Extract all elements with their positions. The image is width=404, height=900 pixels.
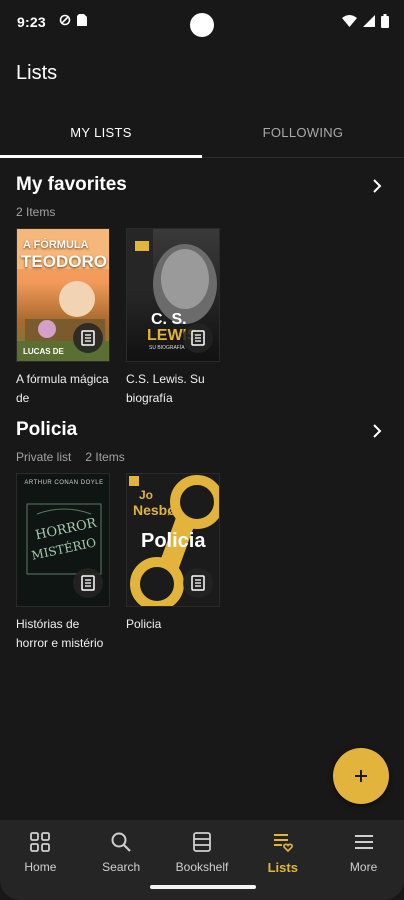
list-section-favorites: My favorites 2 Items A FÓRMULA TEODORO L… [0,174,404,408]
ebook-badge [73,323,103,353]
plus-icon [355,770,367,782]
cover-title: Policia [141,530,206,552]
list-heart-icon [273,834,293,853]
home-grid-icon [30,832,51,852]
cover-title-line-1: A FÓRMULA [23,239,89,251]
menu-icon [354,835,373,849]
book-title: Histórias de horror e mistério [16,617,104,650]
nav-item-more[interactable]: More [323,820,404,900]
book-cover[interactable]: C. S. LEWIS SU BIOGRAFÍA [126,228,220,362]
tab-my-lists[interactable]: MY LISTS [0,108,202,158]
wifi-icon [342,15,357,27]
ebook-badge [73,568,103,598]
nav-item-home[interactable]: Home [0,820,81,900]
camera-cutout [190,13,214,37]
status-time: 9:23 [17,14,46,30]
list-item-count: 2 Items [16,205,56,219]
nav-label: Lists [267,860,298,875]
page-title: Lists [16,62,58,84]
book-card[interactable]: A FÓRMULA TEODORO LUCAS DE A fórmula mág… [16,228,110,408]
book-cover[interactable]: A FÓRMULA TEODORO LUCAS DE [16,228,110,362]
book-card[interactable]: Jo Nesbø Policia Policia [126,473,220,653]
tab-bar: MY LISTS FOLLOWING [0,108,404,158]
book-row: ARTHUR CONAN DOYLE HORROR MISTÉRIO Histó… [0,473,404,653]
ebook-icon [81,330,95,346]
cover-subtitle: SU BIOGRAFÍA [149,345,185,351]
cover-author-last: Nesbø [133,502,176,518]
cover-author-first: Jo [139,488,154,502]
cover-title-line-2: TEODORO [21,252,107,271]
book-card[interactable]: ARTHUR CONAN DOYLE HORROR MISTÉRIO Histó… [16,473,110,653]
add-list-button[interactable] [333,748,389,804]
book-title: C.S. Lewis. Su biografía [126,372,205,405]
list-meta: Private list 2 Items [0,447,404,467]
bookshelf-icon [193,832,211,852]
book-cover[interactable]: ARTHUR CONAN DOYLE HORROR MISTÉRIO [16,473,110,607]
nav-label: Search [102,860,141,874]
list-title[interactable]: My favorites [16,174,127,196]
nav-label: More [349,860,378,874]
nav-label: Bookshelf [175,860,229,874]
chevron-right-icon[interactable] [370,178,384,194]
book-title: A fórmula mágica de [16,372,109,405]
book-card[interactable]: C. S. LEWIS SU BIOGRAFÍA C.S. Lewis. Su … [126,228,220,408]
search-icon [111,832,131,852]
app-screen: 9:23 Lists MY LISTS FOLLOWING My favorit… [0,0,404,900]
list-section-policia: Policia Private list 2 Items ARTHUR CONA… [0,419,404,653]
cover-author: ARTHUR CONAN DOYLE [24,480,104,486]
ebook-badge [183,323,213,353]
list-privacy: Private list [16,450,72,464]
book-title: Policia [126,617,162,631]
book-row: A FÓRMULA TEODORO LUCAS DE A fórmula mág… [0,228,404,408]
status-bar: 9:23 [0,0,404,44]
status-icons-right [342,14,389,28]
cover-author: LUCAS DE [23,347,64,356]
list-header[interactable]: My favorites [0,174,404,202]
chevron-right-icon[interactable] [370,423,384,439]
status-icons-left [59,14,87,26]
list-header[interactable]: Policia [0,419,404,447]
list-meta: 2 Items [0,202,404,222]
ebook-badge [183,568,213,598]
list-item-count: 2 Items [85,450,125,464]
sim-card-icon [77,14,87,26]
ebook-icon [191,575,205,591]
list-title[interactable]: Policia [16,419,77,441]
battery-icon [381,14,389,28]
book-cover[interactable]: Jo Nesbø Policia [126,473,220,607]
tab-following[interactable]: FOLLOWING [202,108,404,157]
ebook-icon [191,330,205,346]
home-indicator[interactable] [150,885,256,889]
signal-icon [363,15,375,27]
nav-label: Home [24,860,57,874]
data-saver-icon [59,14,71,26]
ebook-icon [81,575,95,591]
